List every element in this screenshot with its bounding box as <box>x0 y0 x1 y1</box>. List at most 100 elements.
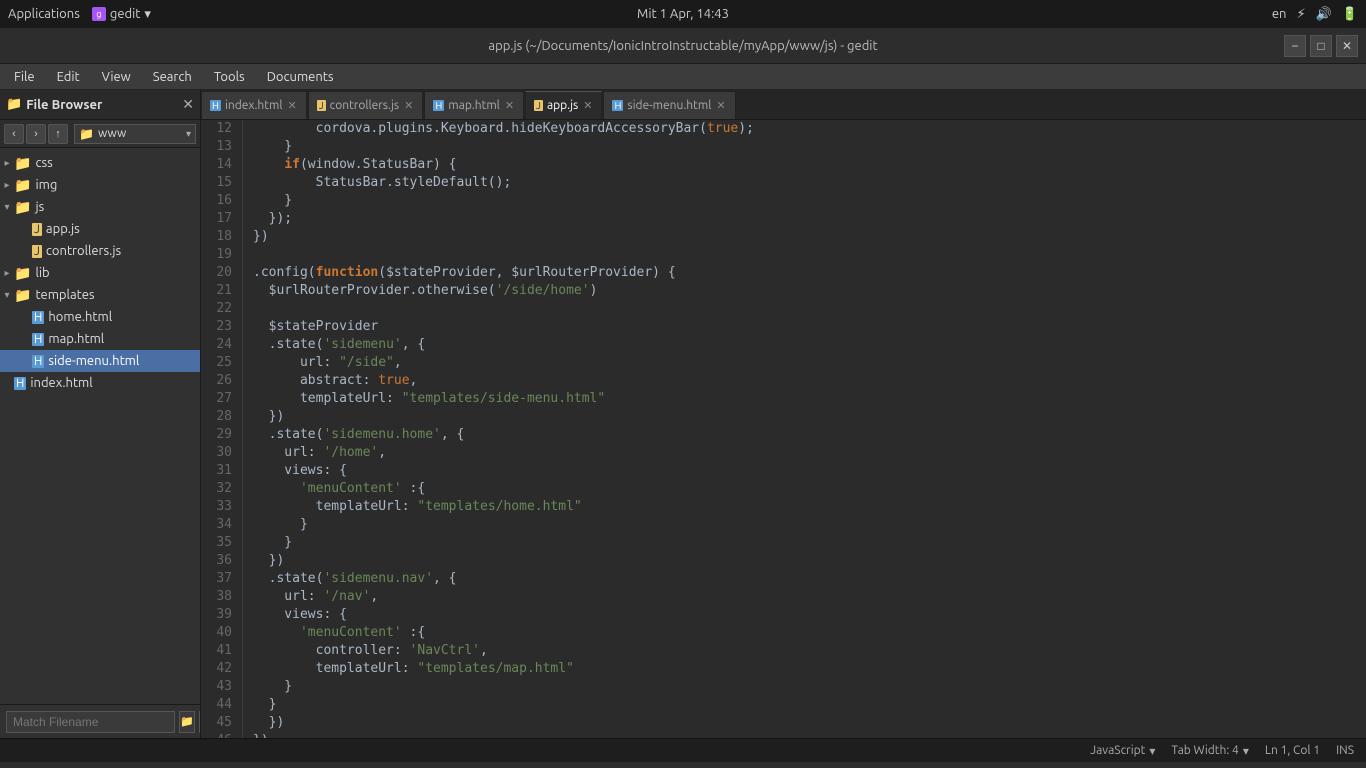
line-number-39: 39 <box>207 606 232 624</box>
wifi-icon: ⚡ <box>1296 7 1305 22</box>
tab-close-button[interactable]: ✕ <box>715 99 726 112</box>
tab-label: controllers.js <box>330 99 399 112</box>
editor-area: H index.html ✕J controllers.js ✕H map.ht… <box>201 90 1366 738</box>
sidebar-footer: 📁 🔖 <box>0 704 200 738</box>
menu-edit[interactable]: Edit <box>47 68 90 86</box>
code-line-39: views: { <box>253 606 1366 624</box>
code-line-36: }) <box>253 552 1366 570</box>
gedit-menu[interactable]: g gedit ▾ <box>92 7 151 22</box>
code-line-40: 'menuContent' :{ <box>253 624 1366 642</box>
sidebar-item-templates[interactable]: ▾📁templates <box>0 284 200 306</box>
line-number-25: 25 <box>207 354 232 372</box>
code-line-28: }) <box>253 408 1366 426</box>
tab-close-button[interactable]: ✕ <box>403 99 414 112</box>
menu-tools[interactable]: Tools <box>204 68 255 86</box>
code-line-30: url: '/home', <box>253 444 1366 462</box>
line-number-31: 31 <box>207 462 232 480</box>
line-number-24: 24 <box>207 336 232 354</box>
tab-index-html[interactable]: H index.html ✕ <box>201 91 307 119</box>
code-line-43: } <box>253 678 1366 696</box>
nav-forward-button[interactable]: › <box>26 124 46 144</box>
tab-width-selector[interactable]: Tab Width: 4 ▾ <box>1171 744 1248 758</box>
code-line-14: if(window.StatusBar) { <box>253 156 1366 174</box>
system-bar-datetime: Mit 1 Apr, 14:43 <box>637 7 729 21</box>
menu-file[interactable]: File <box>4 68 45 86</box>
position-label: Ln 1, Col 1 <box>1265 744 1320 757</box>
html-file-icon: H <box>32 311 44 324</box>
code-line-13: } <box>253 138 1366 156</box>
tab-controllers-js[interactable]: J controllers.js ✕ <box>308 91 424 119</box>
code-line-32: 'menuContent' :{ <box>253 480 1366 498</box>
folder-icon: 📁 <box>14 155 31 172</box>
nav-back-button[interactable]: ‹ <box>4 124 24 144</box>
line-number-26: 26 <box>207 372 232 390</box>
line-number-22: 22 <box>207 300 232 318</box>
applications-menu[interactable]: Applications <box>8 7 80 21</box>
language-selector[interactable]: JavaScript ▾ <box>1090 744 1155 758</box>
tab-close-button[interactable]: ✕ <box>504 99 515 112</box>
language-indicator[interactable]: en <box>1272 7 1287 21</box>
code-line-15: StatusBar.styleDefault(); <box>253 174 1366 192</box>
line-number-41: 41 <box>207 642 232 660</box>
line-number-23: 23 <box>207 318 232 336</box>
code-line-34: } <box>253 516 1366 534</box>
menu-search[interactable]: Search <box>143 68 202 86</box>
folder-icon: 📁 <box>14 287 31 304</box>
expand-arrow: ▾ <box>0 201 14 213</box>
code-line-33: templateUrl: "templates/home.html" <box>253 498 1366 516</box>
sidebar-header-left: 📁 File Browser <box>6 97 102 112</box>
code-line-44: } <box>253 696 1366 714</box>
tab-label: index.html <box>225 99 283 112</box>
cursor-position: Ln 1, Col 1 <box>1265 744 1320 757</box>
line-number-28: 28 <box>207 408 232 426</box>
code-line-23: $stateProvider <box>253 318 1366 336</box>
line-number-44: 44 <box>207 696 232 714</box>
tab-type-icon: J <box>534 100 543 111</box>
sidebar-item-js[interactable]: ▾📁js <box>0 196 200 218</box>
tree-item-label: css <box>35 156 52 170</box>
menu-view[interactable]: View <box>92 68 141 86</box>
expand-arrow: ▸ <box>0 179 14 191</box>
sidebar-item-map-html[interactable]: Hmap.html <box>0 328 200 350</box>
tab-close-button[interactable]: ✕ <box>287 99 298 112</box>
sidebar-item-img[interactable]: ▸📁img <box>0 174 200 196</box>
code-line-35: } <box>253 534 1366 552</box>
sidebar-item-home-html[interactable]: Hhome.html <box>0 306 200 328</box>
match-filename-input[interactable] <box>6 711 175 733</box>
path-display: www <box>98 127 186 140</box>
html-file-icon: H <box>14 377 26 390</box>
sidebar-item-controllers-js[interactable]: Jcontrollers.js <box>0 240 200 262</box>
tab-close-button[interactable]: ✕ <box>582 99 593 112</box>
close-button[interactable]: ✕ <box>1336 35 1358 57</box>
sidebar-item-css[interactable]: ▸📁css <box>0 152 200 174</box>
minimize-button[interactable]: − <box>1284 35 1306 57</box>
tab-map-html[interactable]: H map.html ✕ <box>424 91 524 119</box>
menu-documents[interactable]: Documents <box>257 68 344 86</box>
sidebar-item-side-menu-html[interactable]: Hside-menu.html <box>0 350 200 372</box>
tab-label: map.html <box>448 99 500 112</box>
volume-icon: 🔊 <box>1316 7 1332 22</box>
line-number-32: 32 <box>207 480 232 498</box>
code-content[interactable]: cordova.plugins.Keyboard.hideKeyboardAcc… <box>243 120 1366 738</box>
path-dropdown-arrow[interactable]: ▾ <box>186 128 191 140</box>
sidebar: 📁 File Browser ✕ ‹ › ↑ 📁 www ▾ ▸📁css▸📁im… <box>0 90 201 738</box>
filter-folder-button[interactable]: 📁 <box>179 711 195 733</box>
sidebar-item-lib[interactable]: ▸📁lib <box>0 262 200 284</box>
title-bar: app.js (~/Documents/IonicIntroInstructab… <box>0 28 1366 64</box>
nav-up-button[interactable]: ↑ <box>48 124 68 144</box>
tab-app-js[interactable]: J app.js ✕ <box>525 91 602 119</box>
tab-label: app.js <box>547 99 578 112</box>
system-bar-right: en ⚡ 🔊 🔋 <box>1272 7 1358 22</box>
sidebar-close-button[interactable]: ✕ <box>182 96 194 113</box>
line-number-15: 15 <box>207 174 232 192</box>
sidebar-item-index-html[interactable]: Hindex.html <box>0 372 200 394</box>
code-line-24: .state('sidemenu', { <box>253 336 1366 354</box>
html-file-icon: H <box>32 355 44 368</box>
insert-mode: INS <box>1336 744 1354 757</box>
line-number-38: 38 <box>207 588 232 606</box>
tab-side-menu-html[interactable]: H side-menu.html ✕ <box>603 91 735 119</box>
js-file-icon: J <box>32 245 42 258</box>
maximize-button[interactable]: □ <box>1310 35 1332 57</box>
sidebar-item-app-js[interactable]: Japp.js <box>0 218 200 240</box>
line-number-46: 46 <box>207 732 232 738</box>
